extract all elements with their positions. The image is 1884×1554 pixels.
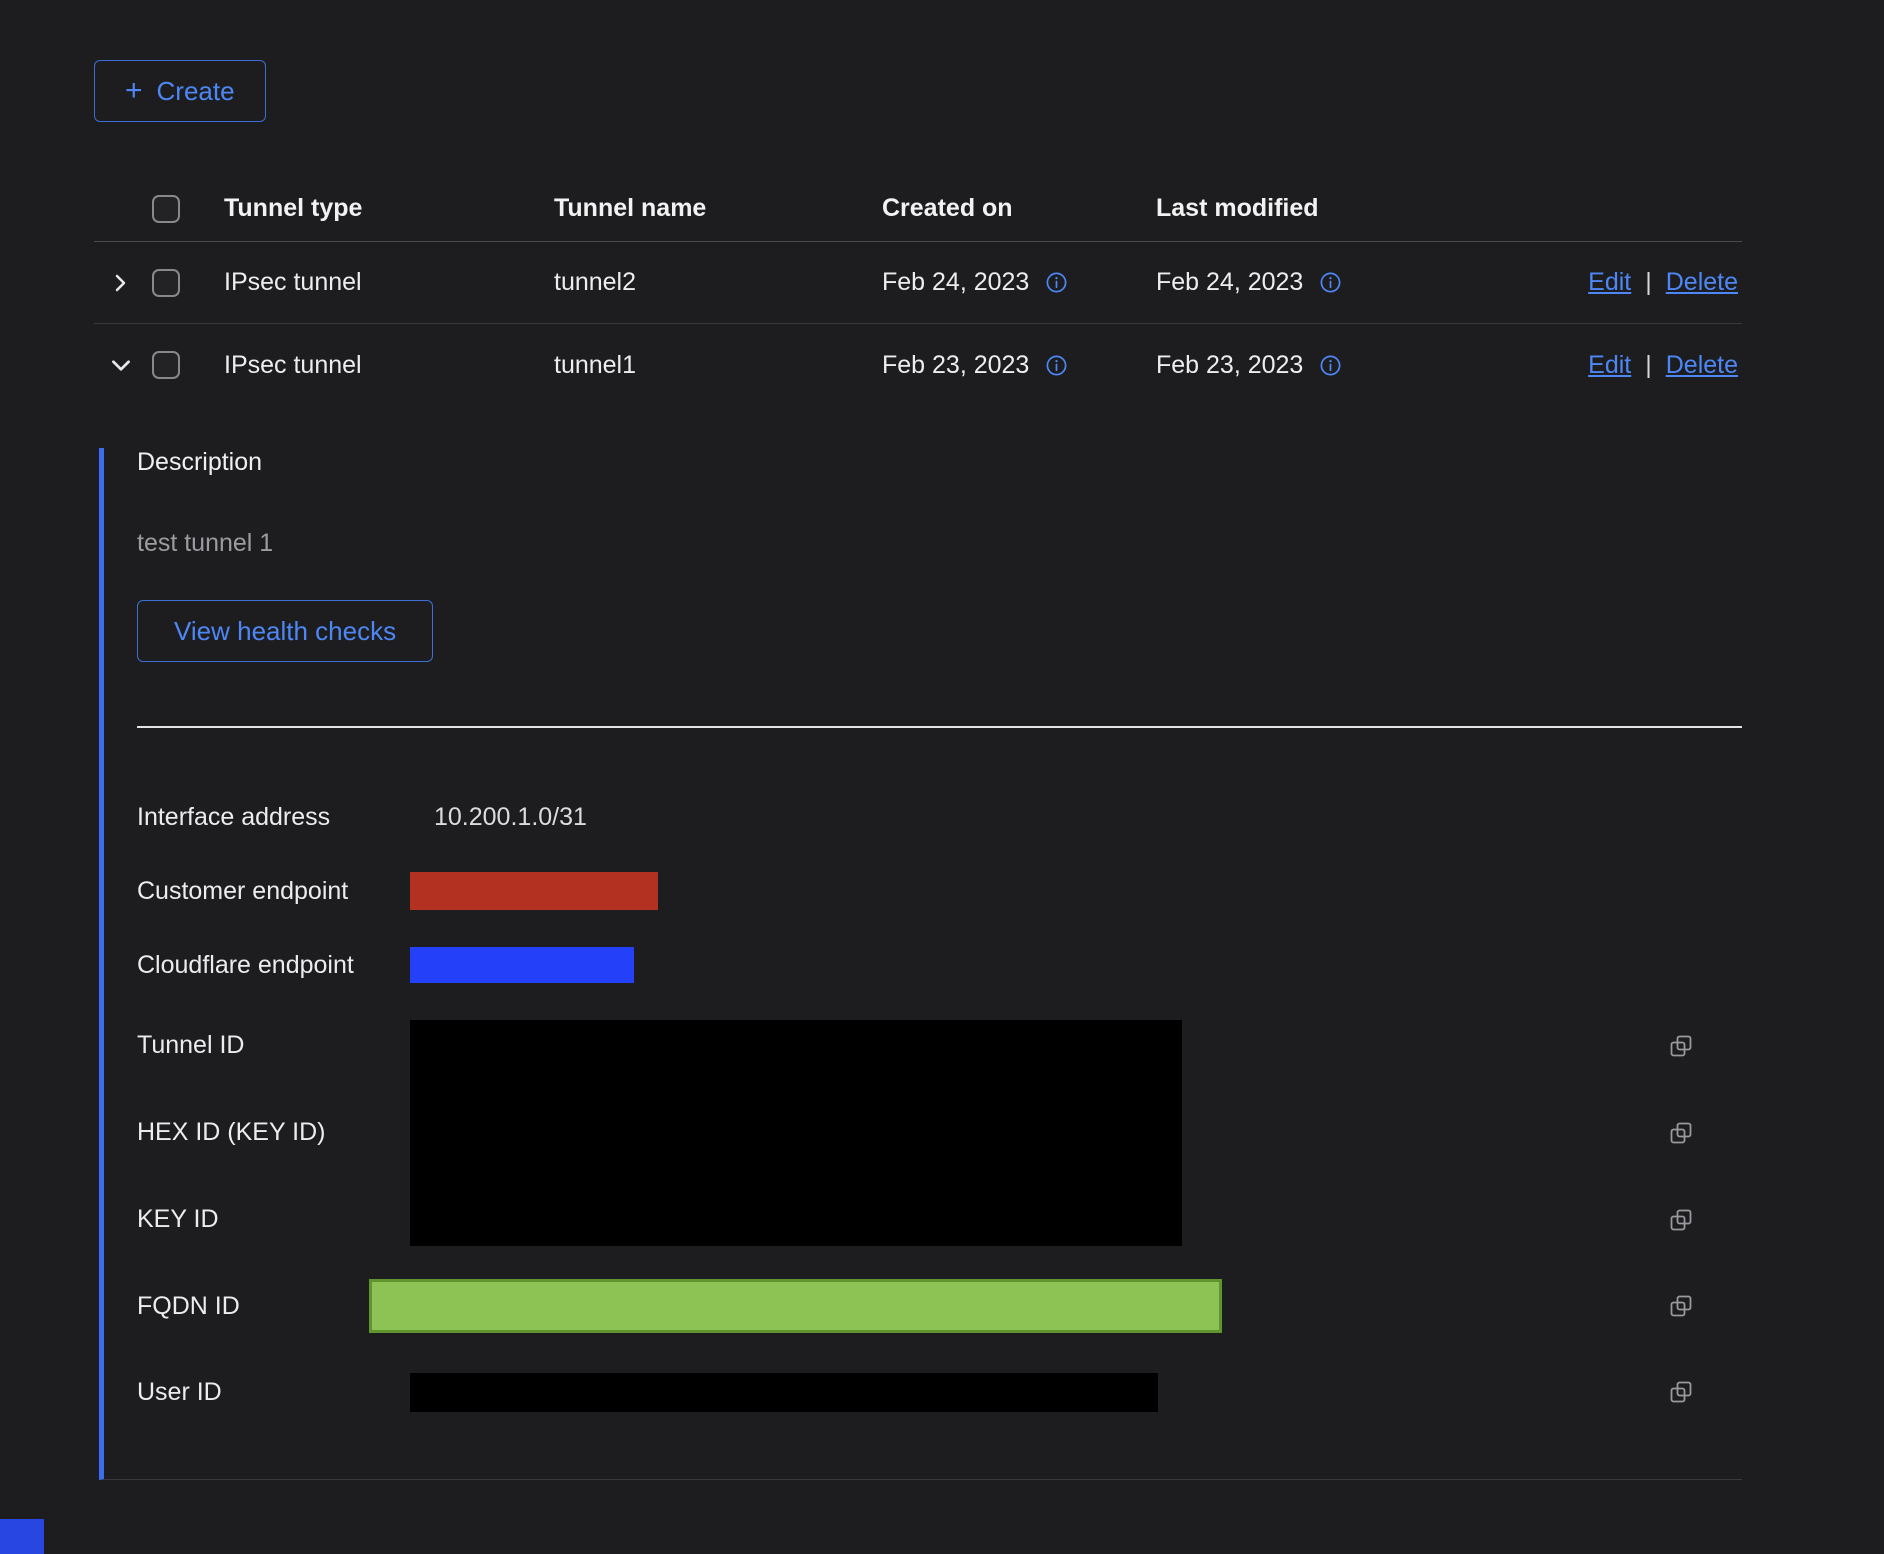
copy-icon[interactable]: [1668, 1379, 1694, 1405]
header-created-on: Created on: [882, 194, 1156, 223]
interface-address-value: 10.200.1.0/31: [410, 803, 587, 832]
delete-link[interactable]: Delete: [1666, 268, 1738, 297]
tunnels-table: Tunnel type Tunnel name Created on Last …: [94, 176, 1742, 406]
create-button[interactable]: + Create: [94, 60, 266, 122]
copy-icon[interactable]: [1668, 1207, 1694, 1233]
plus-icon: +: [125, 76, 143, 106]
create-button-label: Create: [157, 76, 235, 107]
interface-address-label: Interface address: [137, 803, 410, 832]
info-icon[interactable]: [1319, 354, 1342, 377]
copy-icon[interactable]: [1668, 1293, 1694, 1319]
created-on-value: Feb 23, 2023: [882, 351, 1029, 380]
hex-id-label: HEX ID (KEY ID): [137, 1118, 410, 1147]
description-value: test tunnel 1: [137, 529, 1742, 558]
view-health-checks-label: View health checks: [174, 616, 396, 647]
ids-redacted-value-block: [410, 1020, 1182, 1246]
info-icon[interactable]: [1045, 271, 1068, 294]
field-customer-endpoint: Customer endpoint: [137, 854, 1742, 928]
key-id-label: KEY ID: [137, 1205, 410, 1234]
customer-endpoint-redacted-value: [410, 872, 658, 910]
info-icon[interactable]: [1045, 354, 1068, 377]
created-on-value: Feb 24, 2023: [882, 268, 1029, 297]
collapse-chevron-down-icon[interactable]: [108, 352, 134, 378]
expand-chevron-right-icon[interactable]: [108, 271, 132, 295]
header-tunnel-name: Tunnel name: [554, 194, 882, 223]
field-cloudflare-endpoint: Cloudflare endpoint: [137, 928, 1742, 1002]
view-health-checks-button[interactable]: View health checks: [137, 600, 433, 662]
tunnel-type-cell: IPsec tunnel: [224, 351, 554, 380]
header-tunnel-type: Tunnel type: [224, 194, 554, 223]
edit-link[interactable]: Edit: [1588, 268, 1631, 297]
tunnel-id-label: Tunnel ID: [137, 1031, 410, 1060]
copy-icon[interactable]: [1668, 1033, 1694, 1059]
customer-endpoint-label: Customer endpoint: [137, 877, 410, 906]
last-modified-value: Feb 23, 2023: [1156, 351, 1303, 380]
copy-icon[interactable]: [1668, 1120, 1694, 1146]
select-all-checkbox[interactable]: [152, 195, 180, 223]
header-checkbox-cell: [152, 195, 224, 223]
delete-link[interactable]: Delete: [1666, 351, 1738, 380]
description-label: Description: [137, 448, 1742, 477]
info-icon[interactable]: [1319, 271, 1342, 294]
table-row-tunnel1: IPsec tunnel tunnel1 Feb 23, 2023 Feb 23…: [94, 324, 1742, 406]
last-modified-value: Feb 24, 2023: [1156, 268, 1303, 297]
tunnel-type-cell: IPsec tunnel: [224, 268, 554, 297]
tunnel-name-cell: tunnel1: [554, 351, 882, 380]
tunnel-details-panel: Description test tunnel 1 View health ch…: [99, 448, 1742, 1480]
tunnels-page: + Create Tunnel type Tunnel name Created…: [0, 0, 1884, 1554]
tunnel-name-cell: tunnel2: [554, 268, 882, 297]
fqdn-id-redacted-value: [369, 1279, 1222, 1333]
cloudflare-endpoint-label: Cloudflare endpoint: [137, 951, 410, 980]
user-id-redacted-value: [410, 1373, 1158, 1412]
row-checkbox[interactable]: [152, 351, 180, 379]
field-fqdn-id: FQDN ID: [137, 1263, 1742, 1349]
row-checkbox[interactable]: [152, 269, 180, 297]
details-divider: [137, 726, 1742, 728]
field-interface-address: Interface address 10.200.1.0/31: [137, 780, 1742, 854]
user-id-label: User ID: [137, 1378, 410, 1407]
table-header-row: Tunnel type Tunnel name Created on Last …: [94, 176, 1742, 242]
edit-link[interactable]: Edit: [1588, 351, 1631, 380]
action-separator: |: [1645, 268, 1652, 297]
table-row-tunnel2: IPsec tunnel tunnel2 Feb 24, 2023 Feb 24…: [94, 242, 1742, 324]
details-fields: Interface address 10.200.1.0/31 Customer…: [137, 780, 1742, 1435]
bottom-left-accent: [0, 1519, 44, 1554]
cloudflare-endpoint-redacted-value: [410, 947, 634, 983]
action-separator: |: [1645, 351, 1652, 380]
field-user-id: User ID: [137, 1349, 1742, 1435]
header-last-modified: Last modified: [1156, 194, 1517, 223]
